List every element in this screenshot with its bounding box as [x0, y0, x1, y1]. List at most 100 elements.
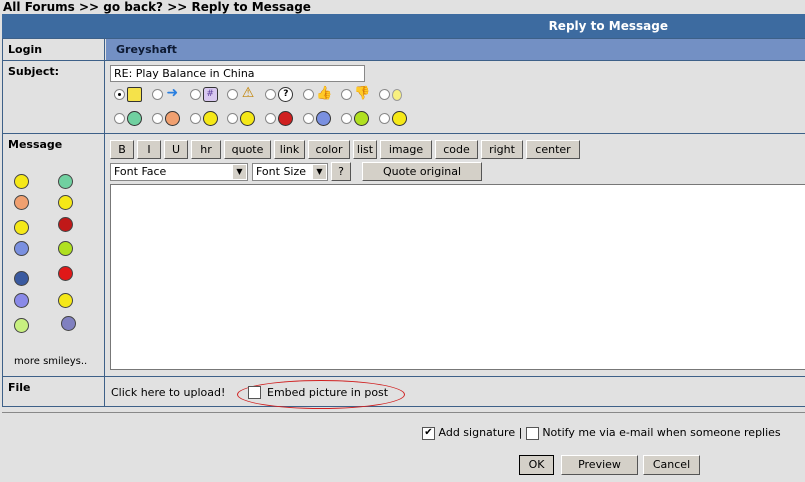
divider: [2, 412, 805, 413]
right-button[interactable]: right: [481, 140, 523, 159]
embed-checkbox[interactable]: [248, 386, 261, 399]
thumbs-up-icon: 👍: [316, 86, 333, 101]
separator: >>: [167, 0, 188, 14]
smiley-happy[interactable]: [14, 174, 29, 189]
quote-original-button[interactable]: Quote original: [362, 162, 482, 181]
icon-radio[interactable]: [189, 113, 201, 124]
icon-radio[interactable]: [114, 89, 125, 100]
bold-button[interactable]: B: [110, 140, 134, 159]
color-button[interactable]: color: [308, 140, 350, 159]
chevron-down-icon: ▼: [313, 165, 326, 179]
image-button[interactable]: image: [380, 140, 432, 159]
subject-label: Subject:: [2, 61, 105, 133]
file-row: File Click here to upload! Embed picture…: [2, 376, 805, 409]
font-face-select[interactable]: Font Face ▼: [110, 163, 248, 181]
form-header: Reply to Message: [2, 14, 805, 38]
breadcrumb: All Forums >> go back? >> Reply to Messa…: [3, 0, 311, 14]
subject-row: Subject: RE: Play Balance in China ➜ # ⚠…: [2, 60, 805, 133]
subject-input[interactable]: RE: Play Balance in China: [110, 65, 365, 82]
icon-radio[interactable]: [303, 113, 315, 124]
smiley-grin[interactable]: [58, 174, 73, 189]
options-line: ✔ Add signature | Notify me via e-mail w…: [422, 426, 781, 440]
notify-label: Notify me via e-mail when someone replie…: [542, 426, 781, 439]
icon-radio[interactable]: [303, 89, 315, 100]
more-smileys-link[interactable]: more smileys..: [14, 356, 87, 367]
login-value: Greyshaft: [106, 39, 805, 60]
smiley-shocked[interactable]: [14, 293, 29, 308]
icon-radio[interactable]: [378, 89, 390, 100]
icon-radio[interactable]: [227, 89, 239, 100]
message-icon-options: ➜ # ⚠ ? 👍 👎: [114, 85, 408, 102]
smiley-confused[interactable]: [14, 220, 29, 235]
embed-label: Embed picture in post: [267, 386, 389, 399]
icon-radio[interactable]: [151, 89, 163, 100]
separator: >>: [78, 0, 100, 14]
ok-button[interactable]: OK: [519, 455, 554, 475]
login-row: Login Greyshaft: [2, 38, 805, 60]
go-back-link[interactable]: go back?: [103, 0, 163, 14]
notify-checkbox[interactable]: [525, 426, 539, 440]
smiley-options: [114, 111, 413, 126]
code-button[interactable]: code: [435, 140, 478, 159]
smiley-sleepy[interactable]: [14, 271, 29, 286]
icon-radio[interactable]: [340, 113, 352, 124]
warning-icon: ⚠: [241, 85, 255, 101]
page-title: Reply to Message: [548, 19, 668, 33]
message-row: Message more smileys.. B I U hr quote li…: [2, 133, 805, 376]
hash-icon: #: [202, 87, 218, 102]
smiley-cool[interactable]: [14, 195, 29, 210]
login-label: Login: [2, 39, 105, 60]
icon-radio[interactable]: [227, 113, 239, 124]
grin-smiley: [127, 111, 142, 126]
hr-button[interactable]: hr: [191, 140, 221, 159]
lightbulb-icon: [391, 88, 402, 101]
add-signature-checkbox[interactable]: ✔: [422, 426, 435, 440]
question-icon: ?: [278, 87, 294, 102]
preview-button[interactable]: Preview: [561, 455, 638, 475]
smiley-monster[interactable]: [61, 316, 76, 331]
smiley-wink[interactable]: [58, 195, 73, 210]
sad-smiley: [316, 111, 332, 126]
quote-button[interactable]: quote: [224, 140, 271, 159]
font-size-value: Font Size: [256, 165, 307, 178]
arrow-right-icon: ➜: [166, 85, 179, 101]
smiley-evil[interactable]: [58, 293, 73, 308]
smiley-angry[interactable]: [58, 217, 73, 232]
note-icon: [127, 87, 142, 102]
thumbs-down-icon: 👎: [353, 86, 371, 101]
message-label-text: Message: [8, 138, 63, 151]
link-button[interactable]: link: [274, 140, 305, 159]
icon-radio[interactable]: [378, 113, 390, 124]
smile-green-smiley: [353, 111, 369, 126]
italic-button[interactable]: I: [137, 140, 161, 159]
message-textarea[interactable]: [110, 184, 805, 370]
message-label: Message more smileys..: [2, 134, 105, 376]
help-button[interactable]: ?: [331, 162, 351, 181]
add-signature-label: Add signature |: [438, 426, 523, 439]
icon-radio[interactable]: [189, 89, 201, 100]
icon-radio[interactable]: [340, 89, 352, 100]
current-page: Reply to Message: [191, 0, 311, 14]
smiley-mad[interactable]: [58, 266, 73, 281]
angry-smiley: [278, 111, 294, 126]
smile-yellow-smiley: [391, 111, 407, 126]
smiley-neutral[interactable]: [58, 241, 73, 256]
font-size-select[interactable]: Font Size ▼: [252, 163, 328, 181]
upload-link[interactable]: Click here to upload!: [111, 386, 225, 399]
center-button[interactable]: center: [526, 140, 580, 159]
underline-button[interactable]: U: [164, 140, 188, 159]
cancel-button[interactable]: Cancel: [643, 455, 700, 475]
smiley-sad[interactable]: [14, 241, 29, 256]
cool-smiley: [164, 111, 180, 126]
icon-radio[interactable]: [114, 113, 125, 124]
icon-radio[interactable]: [265, 89, 277, 100]
list-button[interactable]: list: [353, 140, 377, 159]
icon-radio[interactable]: [151, 113, 163, 124]
file-label: File: [2, 377, 105, 406]
icon-radio[interactable]: [265, 113, 277, 124]
confused-smiley: [240, 111, 256, 126]
smiley-eyes[interactable]: [14, 318, 29, 333]
font-face-value: Font Face: [114, 165, 167, 178]
all-forums-link[interactable]: All Forums: [3, 0, 75, 14]
wink-smiley: [202, 111, 218, 126]
